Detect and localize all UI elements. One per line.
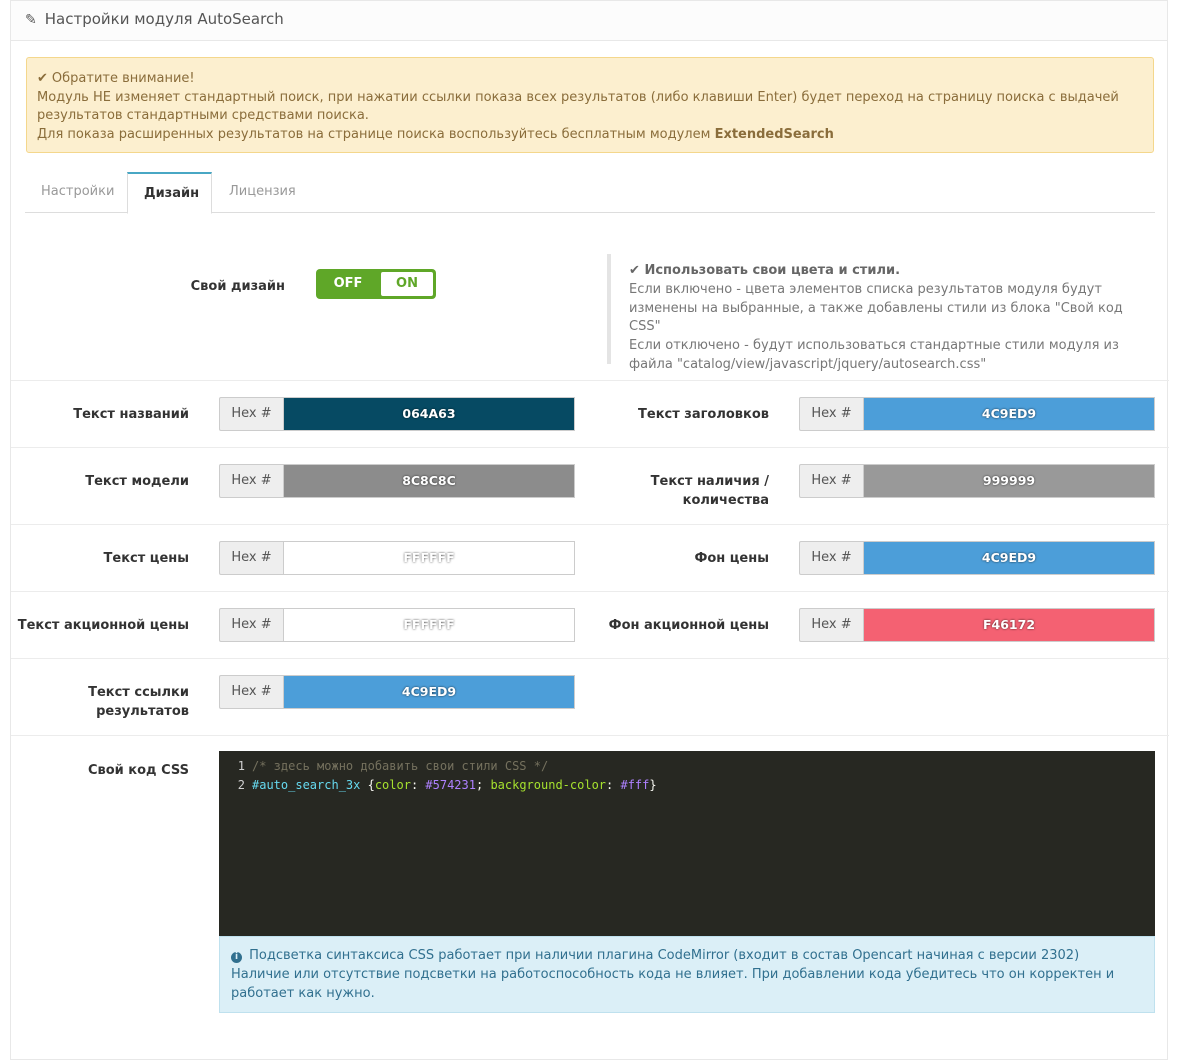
model-text-color-input[interactable]: Hex # 8C8C8C xyxy=(219,464,575,498)
toggle-on-label: ON xyxy=(381,272,433,296)
info-icon: i xyxy=(231,952,242,963)
code-line-1: 1 /* здесь можно добавить свои стили CSS … xyxy=(219,757,1155,776)
code-line-2: 2 #auto_search_3x {color: #574231; backgr… xyxy=(219,776,1155,795)
code-property: color xyxy=(374,778,411,792)
heading-text-color-input[interactable]: Hex # 4C9ED9 xyxy=(799,397,1155,431)
results-link-color-input[interactable]: Hex # 4C9ED9 xyxy=(219,675,575,709)
own-design-label: Свой дизайн xyxy=(190,279,285,294)
panel-heading: ✎ Настройки модуля AutoSearch xyxy=(11,1,1167,41)
code-colon: : xyxy=(606,778,621,792)
results-link-label-line-1: Текст ссылки xyxy=(88,685,189,700)
help-title: Использовать свои цвета и стили. xyxy=(644,263,901,278)
code-selector: #auto_search_3x xyxy=(252,778,361,792)
model-text-label: Текст модели xyxy=(85,474,189,489)
stock-text-color-value[interactable]: 999999 xyxy=(863,464,1155,498)
css-code-editor[interactable]: 1 /* здесь можно добавить свои стили CSS … xyxy=(219,751,1155,936)
price-text-label: Текст цены xyxy=(103,551,189,566)
own-design-toggle[interactable]: OFF ON xyxy=(316,269,436,299)
hex-prefix: Hex # xyxy=(219,608,283,642)
model-text-color-value[interactable]: 8C8C8C xyxy=(283,464,575,498)
code-brace-open: { xyxy=(360,778,375,792)
code-property: background-color xyxy=(490,778,607,792)
code-comment: /* здесь можно добавить свои стили CSS *… xyxy=(252,759,549,773)
tabs-bar: Настройки Дизайн Лицензия xyxy=(25,172,1155,214)
tab-design[interactable]: Дизайн xyxy=(127,172,212,214)
codemirror-info-alert: i Подсветка синтаксиса CSS работает при … xyxy=(219,936,1155,1013)
row-divider xyxy=(11,447,1169,448)
row-divider xyxy=(11,735,1169,736)
hex-prefix: Hex # xyxy=(799,397,863,431)
line-number: 2 xyxy=(237,778,245,792)
code-value: #fff xyxy=(620,778,650,792)
help-line-2: Если отключено - будут использоваться ст… xyxy=(629,338,1119,372)
alert-line-2: Для показа расширенных результатов на ст… xyxy=(37,126,711,142)
extendedsearch-link[interactable]: ExtendedSearch xyxy=(715,127,834,142)
info-line-1: Подсветка синтаксиса CSS работает при на… xyxy=(249,948,1080,963)
hex-prefix: Hex # xyxy=(799,464,863,498)
name-text-color-value[interactable]: 064A63 xyxy=(283,397,575,431)
line-number: 1 xyxy=(237,759,245,773)
css-code-label: Свой код CSS xyxy=(87,763,189,778)
attention-alert: ✔ Обратите внимание! Модуль НЕ изменяет с… xyxy=(26,57,1154,153)
own-design-help: ✔ Использовать свои цвета и стили. Если … xyxy=(607,254,1147,372)
hex-prefix: Hex # xyxy=(799,608,863,642)
hex-prefix: Hex # xyxy=(219,675,283,709)
tab-license[interactable]: Лицензия xyxy=(213,172,303,213)
check-icon: ✔ xyxy=(629,263,640,278)
code-colon: : xyxy=(410,778,426,792)
code-brace-close: } xyxy=(649,778,657,792)
results-link-label: Текст ссылки результатов xyxy=(11,683,189,721)
stock-text-label-line-2: количества xyxy=(682,493,769,508)
code-value: #574231 xyxy=(425,778,476,792)
tab-settings[interactable]: Настройки xyxy=(25,172,127,213)
stock-text-label: Текст наличия / количества xyxy=(601,472,769,510)
special-bg-label: Фон акционной цены xyxy=(608,618,769,633)
special-text-color-value[interactable]: FFFFFF xyxy=(283,608,575,642)
row-divider xyxy=(11,380,1169,381)
name-text-color-input[interactable]: Hex # 064A63 xyxy=(219,397,575,431)
special-text-color-input[interactable]: Hex # FFFFFF xyxy=(219,608,575,642)
pencil-icon: ✎ xyxy=(25,12,37,28)
price-bg-color-value[interactable]: 4C9ED9 xyxy=(863,541,1155,575)
row-divider xyxy=(11,591,1169,592)
heading-text-color-value[interactable]: 4C9ED9 xyxy=(863,397,1155,431)
name-text-label: Текст названий xyxy=(73,407,189,422)
panel-title: Настройки модуля AutoSearch xyxy=(44,10,284,28)
stock-text-label-line-1: Текст наличия / xyxy=(650,474,769,489)
hex-prefix: Hex # xyxy=(799,541,863,575)
price-text-color-value[interactable]: FFFFFF xyxy=(283,541,575,575)
module-settings-panel: ✎ Настройки модуля AutoSearch ✔ Обратите в… xyxy=(10,0,1169,1060)
check-icon: ✔ xyxy=(37,71,48,86)
price-bg-color-input[interactable]: Hex # 4C9ED9 xyxy=(799,541,1155,575)
heading-text-label: Текст заголовков xyxy=(638,407,769,422)
results-link-label-line-2: результатов xyxy=(96,704,189,719)
alert-title: Обратите внимание! xyxy=(51,71,195,86)
special-text-label: Текст акционной цены xyxy=(17,618,189,633)
special-bg-color-value[interactable]: F46172 xyxy=(863,608,1155,642)
code-semicolon: ; xyxy=(475,778,491,792)
row-divider xyxy=(11,658,1169,659)
row-divider xyxy=(11,524,1169,525)
results-link-color-value[interactable]: 4C9ED9 xyxy=(283,675,575,709)
toggle-off-label: OFF xyxy=(333,276,363,291)
alert-line-1: Модуль НЕ изменяет стандартный поиск, пр… xyxy=(37,89,1119,124)
stock-text-color-input[interactable]: Hex # 999999 xyxy=(799,464,1155,498)
special-bg-color-input[interactable]: Hex # F46172 xyxy=(799,608,1155,642)
hex-prefix: Hex # xyxy=(219,464,283,498)
info-line-2: Наличие или отсутствие подсветки на рабо… xyxy=(231,966,1115,1001)
help-line-1: Если включено - цвета элементов списка р… xyxy=(629,281,1123,335)
hex-prefix: Hex # xyxy=(219,397,283,431)
price-text-color-input[interactable]: Hex # FFFFFF xyxy=(219,541,575,575)
hex-prefix: Hex # xyxy=(219,541,283,575)
price-bg-label: Фон цены xyxy=(694,551,769,566)
